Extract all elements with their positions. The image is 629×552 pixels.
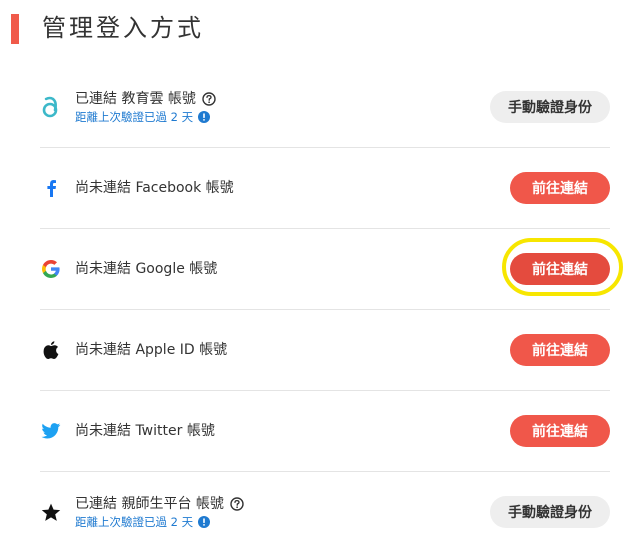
question-circle-icon[interactable] [230, 496, 244, 511]
row-label: 已連結 教育雲 帳號 [75, 90, 196, 107]
last-verified-text: 距離上次驗證已過 2 天 [75, 109, 194, 124]
login-methods-list: 已連結 教育雲 帳號 距離上次驗證已過 2 天 手動驗證身份 尚未連結 Face… [40, 67, 610, 552]
manual-verify-button[interactable]: 手動驗證身份 [490, 91, 610, 123]
row-label: 尚未連結 Google 帳號 [75, 261, 218, 277]
info-icon[interactable] [198, 111, 211, 123]
row-label: 已連結 親師生平台 帳號 [75, 495, 224, 512]
twitter-icon [40, 391, 62, 471]
connect-apple-button[interactable]: 前往連結 [510, 334, 610, 366]
question-circle-icon[interactable] [202, 91, 216, 106]
login-method-row-facebook: 尚未連結 Facebook 帳號 前往連結 [40, 148, 610, 229]
connect-google-button[interactable]: 前往連結 [510, 253, 610, 285]
info-icon[interactable] [198, 516, 211, 528]
login-method-row-twitter: 尚未連結 Twitter 帳號 前往連結 [40, 391, 610, 472]
login-method-row-cooc: 已連結 教育雲 帳號 距離上次驗證已過 2 天 手動驗證身份 [40, 67, 610, 148]
page-header: 管理登入方式 [0, 0, 629, 56]
manual-verify-button[interactable]: 手動驗證身份 [490, 496, 610, 528]
login-method-row-google: 尚未連結 Google 帳號 前往連結 [40, 229, 610, 310]
last-verified-text: 距離上次驗證已過 2 天 [75, 514, 194, 529]
google-icon [40, 229, 62, 309]
connect-facebook-button[interactable]: 前往連結 [510, 172, 610, 204]
page-title: 管理登入方式 [42, 14, 204, 42]
facebook-icon [40, 148, 62, 228]
login-method-row-apple: 尚未連結 Apple ID 帳號 前往連結 [40, 310, 610, 391]
login-method-row-teacher-platform: 已連結 親師生平台 帳號 距離上次驗證已過 2 天 手動驗證身份 [40, 472, 610, 552]
apple-icon [40, 310, 62, 390]
row-label: 尚未連結 Twitter 帳號 [75, 423, 215, 439]
row-text: 已連結 教育雲 帳號 距離上次驗證已過 2 天 [75, 67, 216, 147]
row-label: 尚未連結 Facebook 帳號 [75, 180, 234, 196]
connect-twitter-button[interactable]: 前往連結 [510, 415, 610, 447]
row-label: 尚未連結 Apple ID 帳號 [75, 342, 228, 358]
title-accent-bar [11, 14, 19, 44]
cooc-cloud-logo-icon [40, 67, 62, 147]
star-icon [40, 472, 62, 552]
